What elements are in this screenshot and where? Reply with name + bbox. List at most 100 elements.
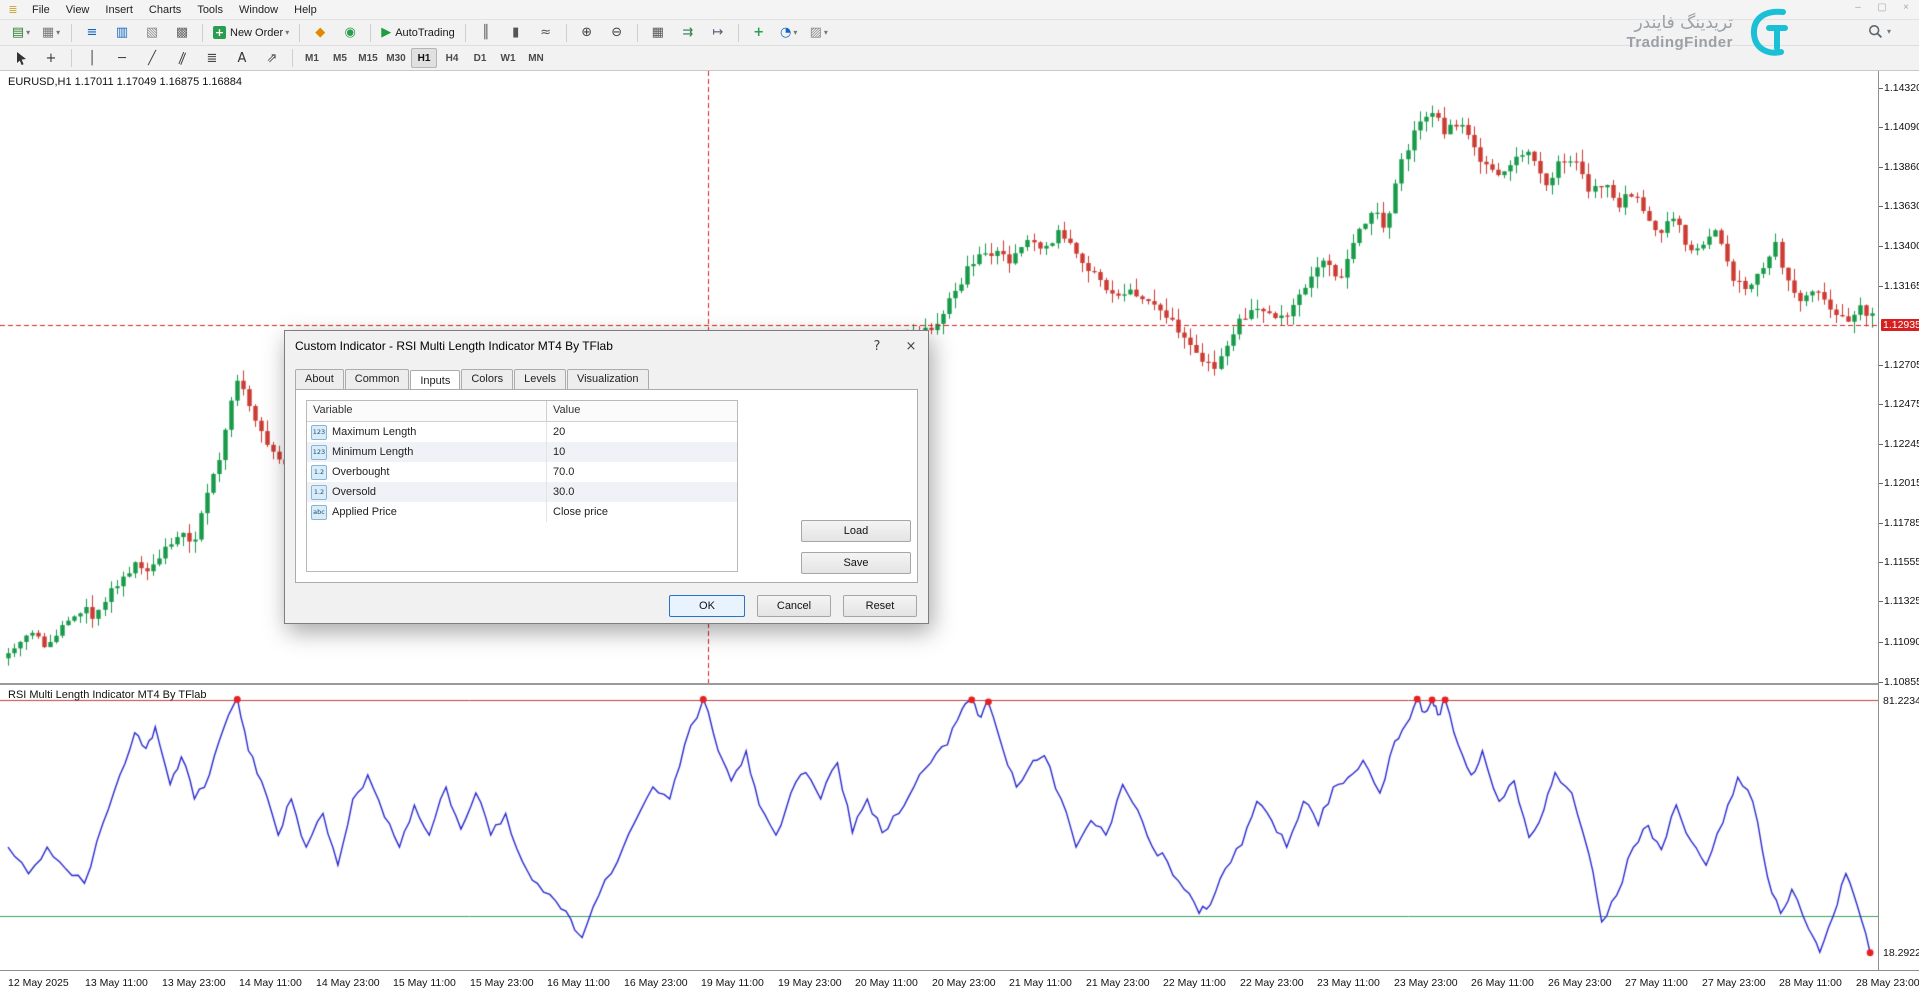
dialog-help-button[interactable]: ?: [860, 332, 894, 360]
cursor-button[interactable]: [7, 47, 35, 69]
trendline-button[interactable]: ╱: [138, 47, 166, 69]
dialog-close-button[interactable]: ×: [894, 332, 928, 360]
time-axis-label: 13 May 23:00: [162, 977, 226, 989]
timeframe-m15[interactable]: M15: [355, 48, 381, 68]
tab-about[interactable]: About: [295, 369, 344, 390]
tab-common[interactable]: Common: [345, 369, 410, 390]
autotrading-label: AutoTrading: [395, 27, 455, 39]
data-window-button[interactable]: ▥: [108, 22, 136, 44]
load-button[interactable]: Load: [801, 520, 911, 542]
rsi-indicator-canvas[interactable]: [0, 685, 1878, 970]
market-watch-button[interactable]: ≡: [78, 22, 106, 44]
search-icon: [1868, 24, 1883, 39]
expert-advisors-button[interactable]: ◆: [306, 22, 334, 44]
text-button[interactable]: A: [228, 47, 256, 69]
variable-name: Minimum Length: [332, 446, 413, 458]
autotrading-button[interactable]: ▶AutoTrading: [377, 22, 459, 44]
equidistant-channel-button[interactable]: ∥: [168, 47, 196, 69]
variable-name: Oversold: [332, 486, 376, 498]
toolbar-separator: [637, 24, 638, 42]
drawing-tools: + │─╱∥≣A⇗: [6, 47, 287, 69]
time-axis-label: 27 May 11:00: [1625, 977, 1688, 989]
menu-item-charts[interactable]: Charts: [141, 2, 189, 18]
time-axis-label: 12 May 2025: [8, 977, 69, 989]
price-chart-canvas[interactable]: [0, 71, 1878, 683]
candlestick-chart-button[interactable]: ▮: [502, 22, 530, 44]
timeframe-h4[interactable]: H4: [439, 48, 465, 68]
crosshair-button[interactable]: +: [37, 47, 65, 69]
time-axis-label: 15 May 11:00: [393, 977, 456, 989]
vertical-line-button[interactable]: │: [78, 47, 106, 69]
fibonacci-button[interactable]: ≣: [198, 47, 226, 69]
menu-item-view[interactable]: View: [58, 2, 98, 18]
table-row[interactable]: 123Minimum Length10: [307, 442, 737, 462]
navigator-button[interactable]: ▧: [138, 22, 166, 44]
timeframe-m30[interactable]: M30: [383, 48, 409, 68]
ok-button[interactable]: OK: [669, 595, 745, 617]
toolbar-separator: [566, 24, 567, 42]
templates-button[interactable]: ▨▾: [805, 22, 833, 44]
timeframe-h1[interactable]: H1: [411, 48, 437, 68]
price-axis-label: 1.11555: [1884, 556, 1919, 568]
dialog-titlebar[interactable]: Custom Indicator - RSI Multi Length Indi…: [285, 331, 928, 361]
search-button[interactable]: ▾: [1868, 24, 1891, 39]
tab-visualization[interactable]: Visualization: [567, 369, 649, 390]
menu-item-window[interactable]: Window: [231, 2, 286, 18]
line-chart-button[interactable]: ≈: [532, 22, 560, 44]
value-cell[interactable]: Close price: [547, 506, 737, 518]
tab-inputs[interactable]: Inputs: [410, 370, 460, 391]
timeframe-mn[interactable]: MN: [523, 48, 549, 68]
timeframe-m5[interactable]: M5: [327, 48, 353, 68]
price-axis-tick: [1879, 88, 1883, 89]
variable-cell: 123Minimum Length: [307, 442, 547, 462]
value-cell[interactable]: 20: [547, 426, 737, 438]
value-cell[interactable]: 10: [547, 446, 737, 458]
toolbar-separator: [370, 24, 371, 42]
periods-button[interactable]: ◔▾: [775, 22, 803, 44]
table-row[interactable]: 123Maximum Length20: [307, 422, 737, 442]
timeframe-m1[interactable]: M1: [299, 48, 325, 68]
tile-windows-button[interactable]: ▦: [644, 22, 672, 44]
close-button[interactable]: ×: [1899, 2, 1913, 13]
cancel-button[interactable]: Cancel: [757, 595, 831, 617]
table-row[interactable]: 1.2Overbought70.0: [307, 462, 737, 482]
menu-item-help[interactable]: Help: [286, 2, 325, 18]
value-cell[interactable]: 30.0: [547, 486, 737, 498]
zoom-in-button[interactable]: ⊕: [573, 22, 601, 44]
value-cell[interactable]: 70.0: [547, 466, 737, 478]
indicators-button[interactable]: +: [745, 22, 773, 44]
reset-button[interactable]: Reset: [843, 595, 917, 617]
toolbar-separator: [71, 49, 72, 67]
price-axis-label: 1.12245: [1884, 438, 1919, 450]
inputs-table[interactable]: VariableValue123Maximum Length20123Minim…: [306, 400, 738, 572]
timeframe-d1[interactable]: D1: [467, 48, 493, 68]
new-chart-button[interactable]: ▤▾: [7, 22, 35, 44]
tab-levels[interactable]: Levels: [514, 369, 566, 390]
auto-scroll-button[interactable]: ⇉: [674, 22, 702, 44]
menu-item-file[interactable]: File: [24, 2, 58, 18]
table-row[interactable]: abcApplied PriceClose price: [307, 502, 737, 522]
new-order-button[interactable]: +New Order▾: [209, 22, 293, 44]
menu-item-insert[interactable]: Insert: [97, 2, 141, 18]
chart-shift-button[interactable]: ↦: [704, 22, 732, 44]
save-button[interactable]: Save: [801, 552, 911, 574]
price-axis-label: 1.11325: [1884, 595, 1919, 607]
price-axis-label: 1.11785: [1884, 517, 1919, 529]
profiles-button[interactable]: ▦▾: [37, 22, 65, 44]
tab-colors[interactable]: Colors: [461, 369, 513, 390]
mql-community-button[interactable]: ◉: [336, 22, 364, 44]
table-row[interactable]: 1.2Oversold30.0: [307, 482, 737, 502]
time-axis[interactable]: 12 May 202513 May 11:0013 May 23:0014 Ma…: [0, 970, 1919, 996]
menu-item-tools[interactable]: Tools: [189, 2, 231, 18]
zoom-out-button[interactable]: ⊖: [603, 22, 631, 44]
variable-cell: abcApplied Price: [307, 502, 547, 522]
minimize-button[interactable]: –: [1851, 2, 1865, 13]
horizontal-line-button[interactable]: ─: [108, 47, 136, 69]
arrows-button[interactable]: ⇗: [258, 47, 286, 69]
price-axis[interactable]: 1.143201.140901.138601.136301.134001.131…: [1878, 71, 1919, 970]
bar-chart-button[interactable]: ║: [472, 22, 500, 44]
timeframe-w1[interactable]: W1: [495, 48, 521, 68]
terminal-button[interactable]: ▩: [168, 22, 196, 44]
maximize-button[interactable]: ▢: [1875, 2, 1889, 13]
symbol-ohlc-label: EURUSD,H1 1.17011 1.17049 1.16875 1.1688…: [8, 76, 242, 88]
